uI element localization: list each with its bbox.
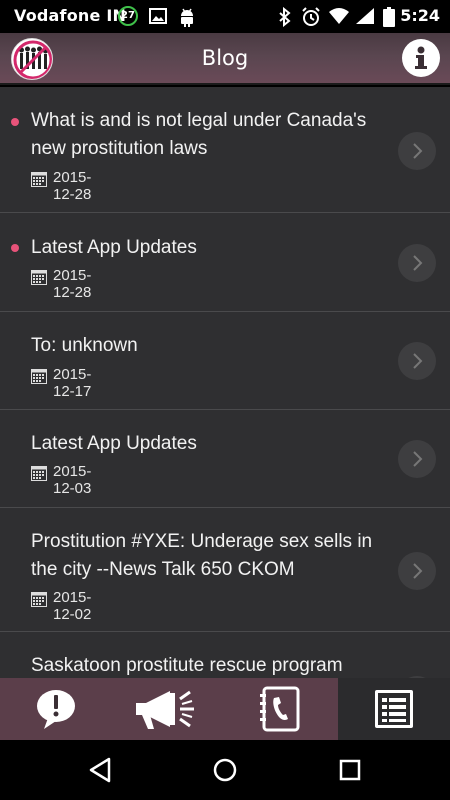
info-button[interactable] (402, 39, 440, 77)
post-title: Latest App Updates (31, 433, 197, 454)
home-icon (213, 758, 237, 782)
carrier-name: Vodafone IN (14, 6, 127, 25)
post-title: Latest App Updates (31, 237, 197, 258)
unread-dot (11, 118, 19, 126)
calendar-icon (31, 270, 47, 285)
chevron-right-icon (413, 255, 423, 271)
post-title: To: unknown (31, 335, 138, 356)
info-icon (415, 46, 427, 69)
android-notification-icon (178, 7, 196, 31)
list-item[interactable]: Latest App Updates 2015-12-28 (0, 213, 450, 312)
signal-icon (355, 7, 375, 29)
post-date: 2015-12-03 (53, 463, 92, 497)
alert-bubble-icon (37, 690, 75, 729)
home-button[interactable] (210, 755, 240, 785)
recents-icon (339, 759, 361, 781)
wifi-icon (328, 7, 350, 29)
post-title: What is and is not legal under Canada's … (31, 110, 367, 159)
tab-alerts[interactable] (0, 678, 112, 740)
list-item[interactable]: To: unknown 2015-12-17 (0, 312, 450, 410)
blog-list: What is and is not legal under Canada's … (0, 87, 450, 678)
open-post-button[interactable] (398, 552, 436, 590)
list-item[interactable]: Saskatoon prostitute rescue program (0, 632, 450, 678)
chevron-right-icon (413, 143, 423, 159)
post-title: Prostitution #YXE: Underage sex sells in… (31, 531, 373, 580)
post-date: 2015-12-28 (53, 169, 92, 203)
list-icon (375, 690, 413, 728)
battery-icon (383, 7, 395, 31)
back-icon (89, 757, 111, 783)
image-notification-icon (149, 7, 167, 29)
page-title: Blog (201, 46, 249, 70)
bluetooth-icon (278, 6, 292, 31)
calendar-icon (31, 592, 47, 607)
post-date: 2015-12-17 (53, 366, 92, 400)
open-post-button[interactable] (398, 244, 436, 282)
clock: 5:24 (400, 6, 440, 25)
calendar-icon (31, 369, 47, 384)
list-item[interactable]: Latest App Updates 2015-12-03 (0, 410, 450, 508)
status-bar: Vodafone IN 27 5:24 (0, 0, 450, 33)
app-bar: Blog (0, 33, 450, 85)
list-item[interactable]: Prostitution #YXE: Underage sex sells in… (0, 508, 450, 632)
calendar-icon (31, 466, 47, 481)
list-item[interactable]: What is and is not legal under Canada's … (0, 87, 450, 213)
tab-contacts[interactable] (224, 678, 336, 740)
post-title: Saskatoon prostitute rescue program (31, 655, 343, 676)
back-button[interactable] (85, 755, 115, 785)
calendar-icon (31, 172, 47, 187)
chevron-right-icon (413, 563, 423, 579)
bottom-tab-bar (0, 678, 450, 740)
system-nav-bar (0, 740, 450, 800)
megaphone-icon (136, 690, 194, 729)
open-post-button[interactable] (398, 440, 436, 478)
recents-button[interactable] (335, 755, 365, 785)
tab-blog[interactable] (338, 678, 450, 740)
open-post-button[interactable] (398, 342, 436, 380)
alarm-icon (301, 7, 321, 31)
unread-dot (11, 244, 19, 252)
chevron-right-icon (413, 451, 423, 467)
phonebook-icon (260, 686, 300, 732)
post-date: 2015-12-02 (53, 589, 92, 623)
notification-count-badge: 27 (118, 6, 138, 26)
chevron-right-icon (413, 353, 423, 369)
tab-announcements[interactable] (112, 678, 224, 740)
open-post-button[interactable] (398, 132, 436, 170)
post-date: 2015-12-28 (53, 267, 92, 301)
